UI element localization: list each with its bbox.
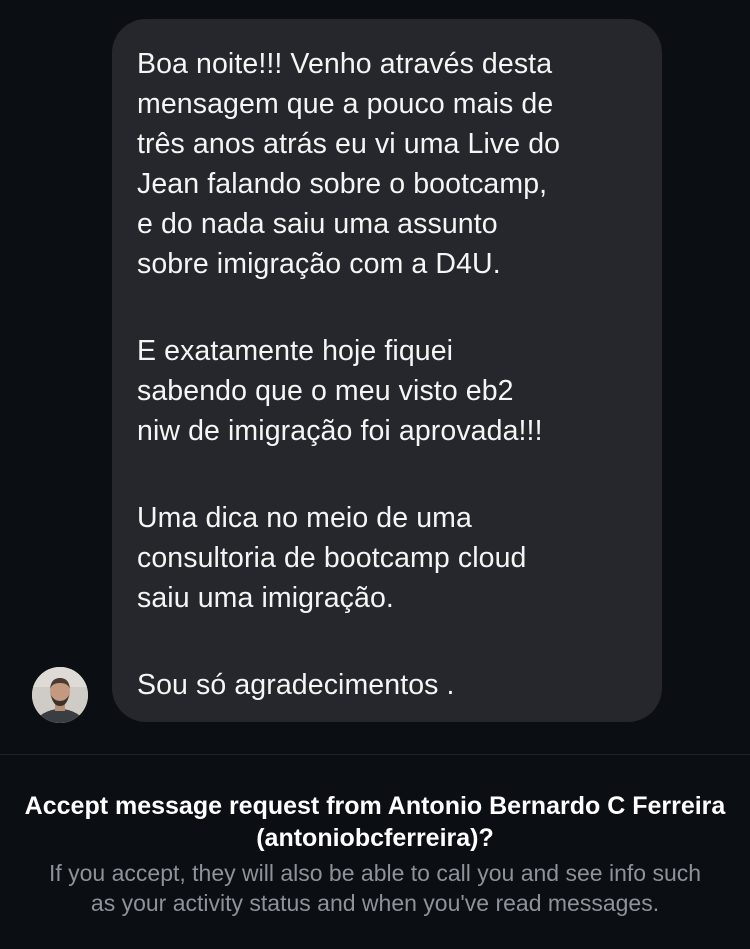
message-paragraph: Uma dica no meio de uma consultoria de b…	[137, 502, 527, 614]
message-request-panel: Accept message request from Antonio Bern…	[0, 755, 750, 949]
message-paragraph: E exatamente hoje fiquei sabendo que o m…	[137, 335, 543, 447]
message-paragraph: Boa noite!!! Venho através desta mensage…	[137, 48, 561, 280]
avatar-photo	[32, 667, 88, 723]
message-bubble[interactable]: Boa noite!!! Venho através desta mensage…	[112, 19, 662, 722]
message-paragraph: Sou só agradecimentos .	[137, 669, 455, 701]
request-info-text: If you accept, they will also be able to…	[48, 860, 702, 916]
chat-thread: Boa noite!!! Venho através desta mensage…	[0, 0, 750, 752]
sender-avatar[interactable]	[32, 667, 88, 723]
request-title: Accept message request from Antonio Bern…	[24, 792, 726, 852]
